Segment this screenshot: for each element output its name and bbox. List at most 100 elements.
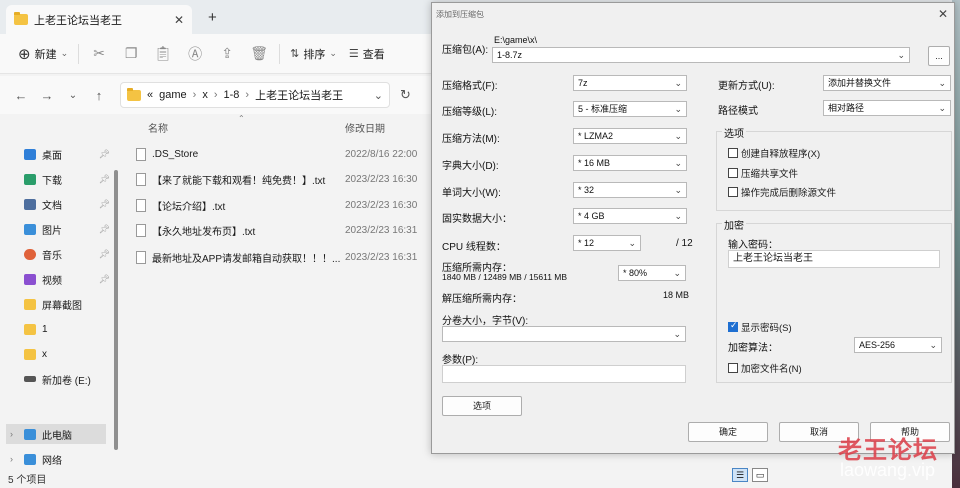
- params-input[interactable]: [442, 365, 686, 383]
- scrollbar[interactable]: [114, 170, 118, 450]
- breadcrumb-item[interactable]: 上老王论坛当老王: [255, 87, 343, 103]
- word-size-value: * 32: [578, 185, 595, 195]
- sidebar-item-this-pc[interactable]: › 此电脑: [6, 424, 106, 444]
- format-select[interactable]: 7z ⌄: [573, 75, 687, 91]
- split-size-combo[interactable]: ⌄: [442, 326, 686, 342]
- delete-after-checkbox[interactable]: 操作完成后删除源文件: [728, 185, 836, 199]
- file-row[interactable]: 【来了就能下载和观看！纯免费！】.txt 2023/2/23 16:30: [136, 169, 430, 189]
- sort-button[interactable]: ⇅ 排序 ⌄: [284, 40, 343, 68]
- encrypt-filenames-checkbox[interactable]: 加密文件名(N): [728, 361, 802, 375]
- password-input[interactable]: 上老王论坛当老王: [728, 250, 940, 268]
- close-icon[interactable]: ✕: [174, 13, 184, 27]
- paste-icon[interactable]: 📋︎: [147, 45, 179, 62]
- close-icon[interactable]: ✕: [938, 7, 948, 21]
- delete-after-label: 操作完成后删除源文件: [741, 188, 837, 199]
- encryption-method-select[interactable]: AES-256 ⌄: [854, 337, 942, 353]
- sidebar-item-label: 图片: [42, 225, 62, 237]
- sidebar-item-network[interactable]: › 网络: [6, 449, 106, 469]
- new-button[interactable]: ⊕ 新建 ⌄: [12, 40, 74, 68]
- chevron-right-icon[interactable]: ›: [10, 454, 13, 464]
- sidebar-item-label: 桌面: [42, 150, 62, 162]
- recent-chevron-icon[interactable]: ⌄: [60, 90, 86, 101]
- threads-max: / 12: [676, 238, 693, 249]
- chevron-down-icon[interactable]: ⌄: [374, 89, 383, 102]
- forward-arrow-icon[interactable]: →: [34, 88, 60, 103]
- up-arrow-icon[interactable]: ↑: [86, 88, 112, 103]
- solid-size-select[interactable]: * 4 GB ⌄: [573, 208, 687, 224]
- sidebar-item-pictures[interactable]: 图片 📌︎: [24, 219, 114, 239]
- refresh-icon[interactable]: ↻: [400, 87, 411, 103]
- sidebar-item-folder-x[interactable]: x: [24, 344, 114, 364]
- compress-shared-checkbox[interactable]: 压缩共享文件: [728, 166, 798, 180]
- tiles-view-icon[interactable]: ▭: [752, 468, 768, 482]
- file-row[interactable]: 【论坛介绍】.txt 2023/2/23 16:30: [136, 195, 430, 215]
- chevron-down-icon: ⌄: [673, 268, 681, 278]
- dictionary-value: * 16 MB: [578, 158, 611, 168]
- memory-percent-select[interactable]: * 80% ⌄: [618, 265, 686, 281]
- pin-icon: 📌︎: [98, 198, 110, 209]
- share-icon[interactable]: ⇪: [211, 45, 243, 62]
- cut-icon[interactable]: ✂: [83, 45, 115, 62]
- sidebar-item-documents[interactable]: 文档 📌︎: [24, 194, 114, 214]
- file-date: 2023/2/23 16:30: [345, 173, 418, 185]
- sidebar-item-music[interactable]: 音乐 📌︎: [24, 244, 114, 264]
- watermark: 老王论坛 laowang.vip: [790, 430, 960, 488]
- format-value: 7z: [578, 78, 588, 88]
- text-file-icon: [136, 172, 146, 186]
- folder-icon: [24, 323, 36, 335]
- file-name: .DS_Store: [152, 148, 199, 160]
- sidebar-item-desktop[interactable]: 桌面 📌︎: [24, 144, 114, 164]
- archive-name-combo[interactable]: 1-8.7z ⌄: [492, 47, 910, 63]
- dictionary-select[interactable]: * 16 MB ⌄: [573, 155, 687, 171]
- solid-size-label: 固实数据大小：: [442, 214, 512, 225]
- sidebar-item-label: 视频: [42, 275, 62, 287]
- file-row[interactable]: 【永久地址发布页】.txt 2023/2/23 16:31: [136, 220, 430, 240]
- file-name: 【论坛介绍】.txt: [152, 201, 226, 213]
- show-password-checkbox[interactable]: 显示密码(S): [728, 320, 792, 334]
- view-button[interactable]: ☰ 查看: [343, 40, 391, 68]
- back-arrow-icon[interactable]: ←: [8, 88, 34, 103]
- file-row[interactable]: 最新地址及APP请发邮箱自动获取！！！... 2023/2/23 16:31: [136, 247, 430, 267]
- chevron-down-icon: ⌄: [628, 238, 636, 248]
- options-button[interactable]: 选项: [442, 396, 522, 416]
- encryption-method-value: AES-256: [859, 340, 896, 350]
- sort-icon: ⇅: [290, 48, 300, 60]
- ok-button[interactable]: 确定: [688, 422, 768, 442]
- address-bar[interactable]: « game › x › 1-8 › 上老王论坛当老王 ⌄: [120, 82, 390, 108]
- chevron-right-icon: ›: [213, 89, 218, 101]
- file-name: 最新地址及APP请发邮箱自动获取！！！...: [152, 253, 341, 265]
- sidebar-item-drive-e[interactable]: 新加卷 (E:): [24, 369, 114, 389]
- breadcrumb-item[interactable]: 1-8: [224, 89, 240, 101]
- word-size-select[interactable]: * 32 ⌄: [573, 182, 687, 198]
- new-tab-button[interactable]: +: [208, 9, 217, 26]
- delete-icon[interactable]: 🗑︎: [243, 45, 275, 62]
- tab-current-folder[interactable]: 上老王论坛当老王 ✕: [6, 5, 192, 34]
- breadcrumb-item[interactable]: game: [159, 89, 187, 101]
- copy-icon[interactable]: ❐: [115, 45, 147, 62]
- browse-button[interactable]: ...: [928, 46, 950, 66]
- download-icon: [24, 173, 36, 185]
- threads-select[interactable]: * 12 ⌄: [573, 235, 641, 251]
- column-header-name[interactable]: 名称: [148, 120, 168, 136]
- method-select[interactable]: * LZMA2 ⌄: [573, 128, 687, 144]
- file-row[interactable]: .DS_Store 2022/8/16 22:00: [136, 144, 430, 164]
- sidebar-item-screenshots[interactable]: 屏幕截图: [24, 294, 114, 314]
- create-sfx-checkbox[interactable]: 创建自释放程序(X): [728, 146, 820, 160]
- update-mode-select[interactable]: 添加并替换文件 ⌄: [823, 75, 951, 91]
- computer-icon: [24, 428, 36, 440]
- rename-icon[interactable]: Ⓐ: [179, 44, 211, 64]
- column-header-date[interactable]: 修改日期: [345, 120, 385, 136]
- checkbox-unchecked-icon: [728, 168, 738, 178]
- level-select[interactable]: 5 - 标准压缩 ⌄: [573, 101, 687, 117]
- breadcrumb-overflow[interactable]: «: [147, 89, 153, 101]
- chevron-down-icon: ⌄: [929, 340, 937, 350]
- sidebar-item-downloads[interactable]: 下载 📌︎: [24, 169, 114, 189]
- breadcrumb-item[interactable]: x: [202, 89, 208, 101]
- sidebar-item-folder-1[interactable]: 1: [24, 319, 114, 339]
- details-view-icon[interactable]: ☰: [732, 468, 748, 482]
- file-icon: [136, 147, 146, 161]
- chevron-right-icon[interactable]: ›: [10, 429, 13, 439]
- folder-icon: [14, 12, 28, 25]
- sidebar-item-videos[interactable]: 视频 📌︎: [24, 269, 114, 289]
- path-mode-select[interactable]: 相对路径 ⌄: [823, 100, 951, 116]
